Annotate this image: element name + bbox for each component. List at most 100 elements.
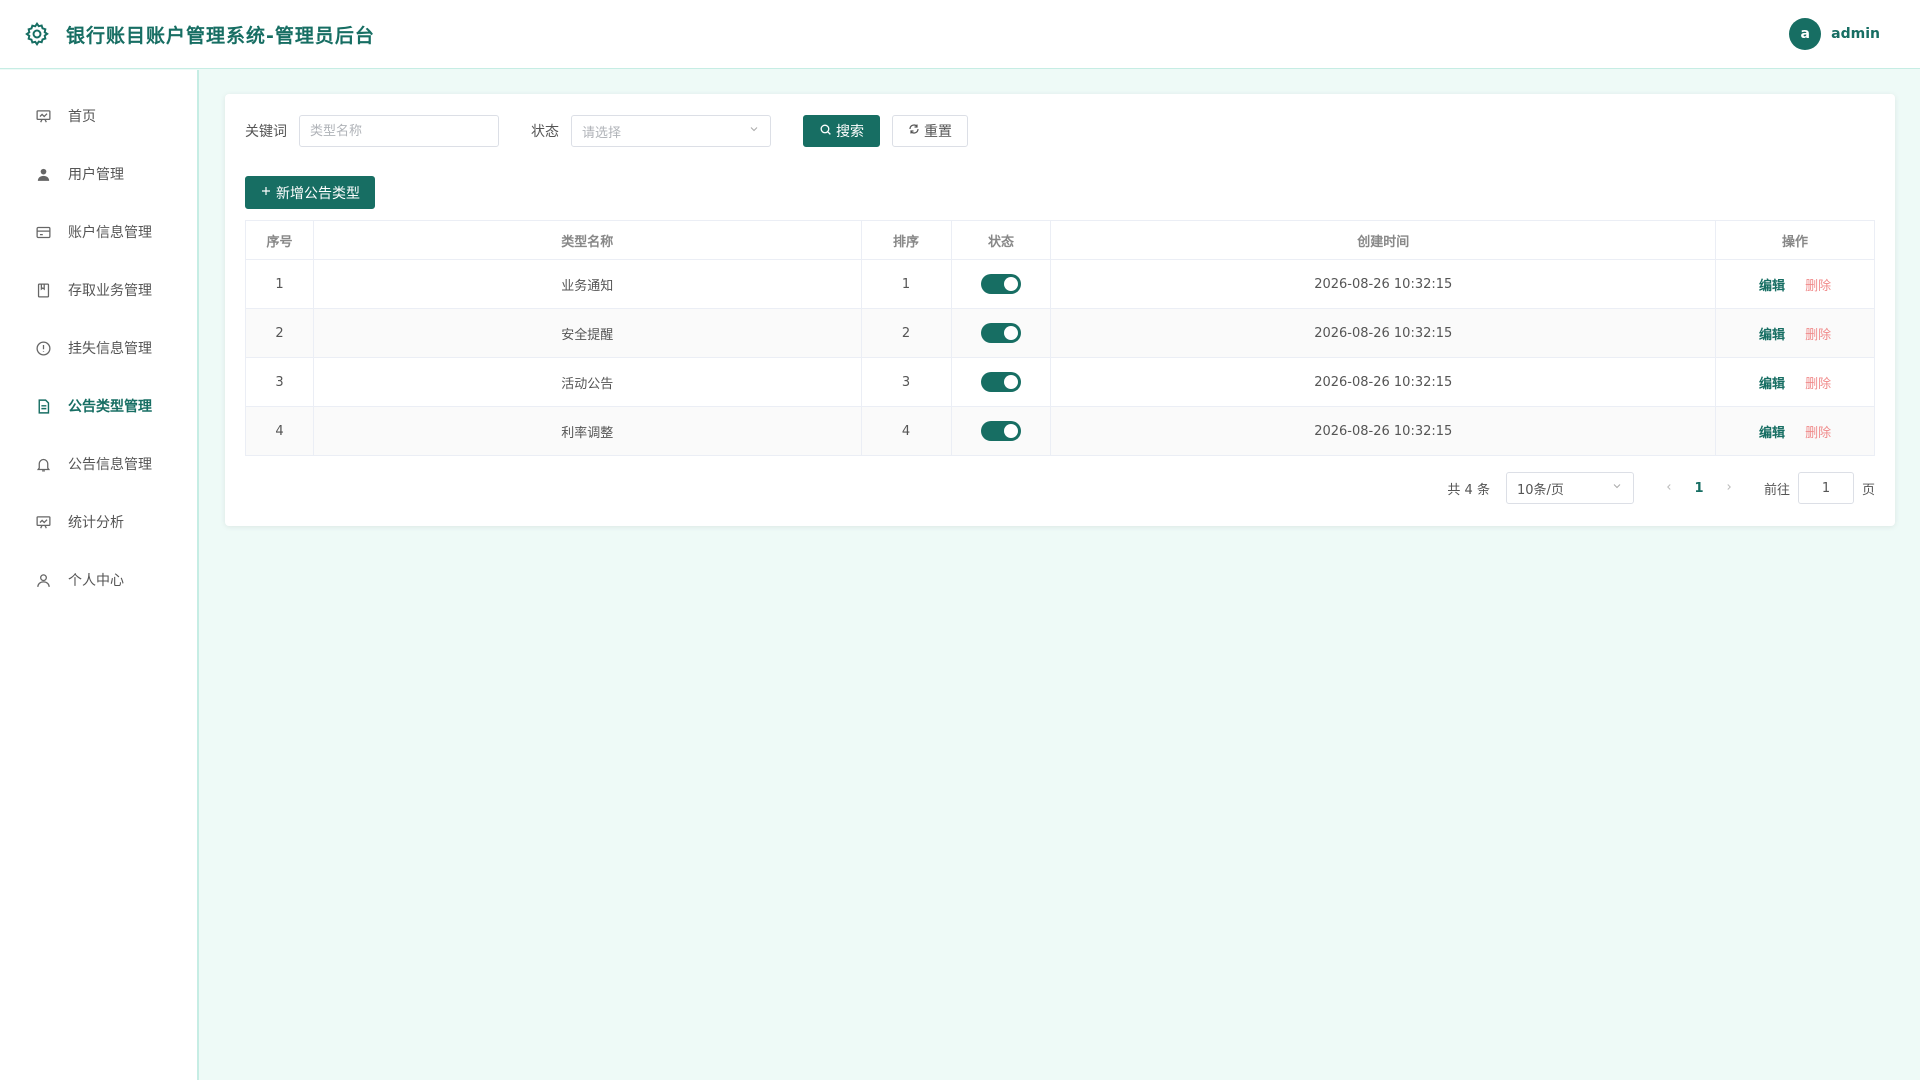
notebook-icon [34, 281, 52, 299]
prev-page-button[interactable] [1654, 481, 1684, 496]
add-notice-type-button[interactable]: 新增公告类型 [245, 176, 375, 209]
app-title: 银行账目账户管理系统-管理员后台 [66, 24, 375, 47]
keyword-input[interactable] [299, 115, 499, 147]
total-count: 共 4 条 [1447, 482, 1490, 498]
edit-button[interactable]: 编辑 [1759, 377, 1785, 392]
sidebar-item-label: 公告类型管理 [68, 399, 152, 415]
page-size-value: 10条/页 [1516, 482, 1564, 498]
sidebar: 首页 用户管理 账户信息管理 存取业务管理 挂失信息管理 公告类型管理 公告信息… [0, 70, 199, 1080]
delete-button[interactable]: 删除 [1805, 426, 1831, 441]
chevron-down-icon [1611, 480, 1623, 496]
table-row: 4 利率调整 4 2026-08-26 10:32:15 编辑 删除 [245, 406, 1875, 456]
cell-actions: 编辑 删除 [1715, 308, 1875, 358]
pagination: 共 4 条 10条/页 1 前往 页 [245, 472, 1875, 504]
plus-icon [260, 185, 272, 201]
sidebar-item-label: 统计分析 [68, 515, 124, 531]
delete-button[interactable]: 删除 [1805, 328, 1831, 343]
edit-button[interactable]: 编辑 [1759, 426, 1785, 441]
document-icon [34, 397, 52, 415]
gear-icon [24, 20, 52, 48]
sidebar-item-label: 挂失信息管理 [68, 341, 152, 357]
username[interactable]: admin [1831, 26, 1880, 42]
reset-button-label: 重置 [924, 124, 952, 140]
table-row: 2 安全提醒 2 2026-08-26 10:32:15 编辑 删除 [245, 308, 1875, 358]
status-select-placeholder: 请选择 [582, 125, 622, 141]
sidebar-item-label: 个人中心 [68, 573, 124, 589]
user-menu[interactable]: a admin [1789, 18, 1880, 50]
main-card: 关键词 状态 请选择 搜索 重置 新增公告类型 [225, 94, 1895, 526]
sidebar-item-label: 首页 [68, 109, 96, 125]
sidebar-item-label: 账户信息管理 [68, 225, 152, 241]
cell-actions: 编辑 删除 [1715, 259, 1875, 309]
avatar[interactable]: a [1789, 18, 1822, 50]
status-toggle[interactable] [980, 372, 1021, 392]
cell-created: 2026-08-26 10:32:15 [1050, 308, 1717, 358]
sidebar-item-users[interactable]: 用户管理 [0, 145, 197, 203]
sidebar-item-notice-types[interactable]: 公告类型管理 [0, 377, 197, 435]
chevron-left-icon [1667, 483, 1671, 490]
table-row: 3 活动公告 3 2026-08-26 10:32:15 编辑 删除 [245, 357, 1875, 407]
sidebar-item-home[interactable]: 首页 [0, 87, 197, 145]
cell-name: 利率调整 [313, 406, 862, 456]
search-button[interactable]: 搜索 [803, 115, 880, 147]
edit-button[interactable]: 编辑 [1759, 279, 1785, 294]
column-header: 类型名称 [313, 220, 862, 260]
sidebar-item-label: 公告信息管理 [68, 457, 152, 473]
cell-sort: 1 [861, 259, 952, 309]
cell-index: 1 [245, 259, 314, 309]
column-header: 状态 [951, 220, 1052, 260]
column-header: 排序 [861, 220, 952, 260]
status-toggle[interactable] [980, 421, 1021, 441]
cell-index: 4 [245, 406, 314, 456]
goto-label: 前往 [1763, 482, 1790, 498]
sidebar-item-accounts[interactable]: 账户信息管理 [0, 203, 197, 261]
add-button-label: 新增公告类型 [276, 185, 360, 202]
bell-icon [34, 455, 52, 473]
person-icon [34, 571, 52, 589]
cell-index: 2 [245, 308, 314, 358]
status-toggle[interactable] [980, 274, 1021, 294]
sidebar-item-loss-reports[interactable]: 挂失信息管理 [0, 319, 197, 377]
search-icon [819, 123, 832, 140]
chevron-down-icon [748, 123, 760, 139]
cell-sort: 2 [861, 308, 952, 358]
page-size-select[interactable]: 10条/页 [1505, 472, 1634, 504]
notice-type-table: 序号 类型名称 排序 状态 创建时间 操作 1 业务通知 1 2026-08-2… [245, 220, 1875, 456]
refresh-icon [908, 123, 920, 139]
filter-bar: 关键词 状态 请选择 搜索 重置 [245, 115, 1875, 147]
status-label: 状态 [531, 124, 559, 140]
table-row: 1 业务通知 1 2026-08-26 10:32:15 编辑 删除 [245, 259, 1875, 309]
status-select[interactable]: 请选择 [571, 115, 771, 147]
column-header: 创建时间 [1050, 220, 1717, 260]
delete-button[interactable]: 删除 [1805, 279, 1831, 294]
sidebar-item-transactions[interactable]: 存取业务管理 [0, 261, 197, 319]
reset-button[interactable]: 重置 [892, 115, 968, 147]
sidebar-item-label: 用户管理 [68, 167, 124, 183]
sidebar-item-statistics[interactable]: 统计分析 [0, 493, 197, 551]
cell-status [951, 259, 1052, 309]
keyword-label: 关键词 [245, 124, 287, 140]
goto-page-input[interactable] [1797, 472, 1854, 504]
search-button-label: 搜索 [836, 124, 864, 140]
cell-created: 2026-08-26 10:32:15 [1050, 259, 1717, 309]
top-header: 银行账目账户管理系统-管理员后台 a admin [0, 0, 1920, 69]
cell-actions: 编辑 删除 [1715, 357, 1875, 407]
page-number[interactable]: 1 [1684, 481, 1714, 496]
sidebar-item-notices[interactable]: 公告信息管理 [0, 435, 197, 493]
sidebar-item-profile[interactable]: 个人中心 [0, 551, 197, 609]
cell-index: 3 [245, 357, 314, 407]
cell-created: 2026-08-26 10:32:15 [1050, 357, 1717, 407]
cell-status [951, 308, 1052, 358]
cell-actions: 编辑 删除 [1715, 406, 1875, 456]
chevron-right-icon [1727, 483, 1731, 490]
cell-name: 业务通知 [313, 259, 862, 309]
cell-name: 活动公告 [313, 357, 862, 407]
column-header: 序号 [245, 220, 314, 260]
delete-button[interactable]: 删除 [1805, 377, 1831, 392]
status-toggle[interactable] [980, 323, 1021, 343]
user-icon [34, 165, 52, 183]
next-page-button[interactable] [1714, 481, 1744, 496]
edit-button[interactable]: 编辑 [1759, 328, 1785, 343]
chart-icon [34, 513, 52, 531]
sidebar-item-label: 存取业务管理 [68, 283, 152, 299]
